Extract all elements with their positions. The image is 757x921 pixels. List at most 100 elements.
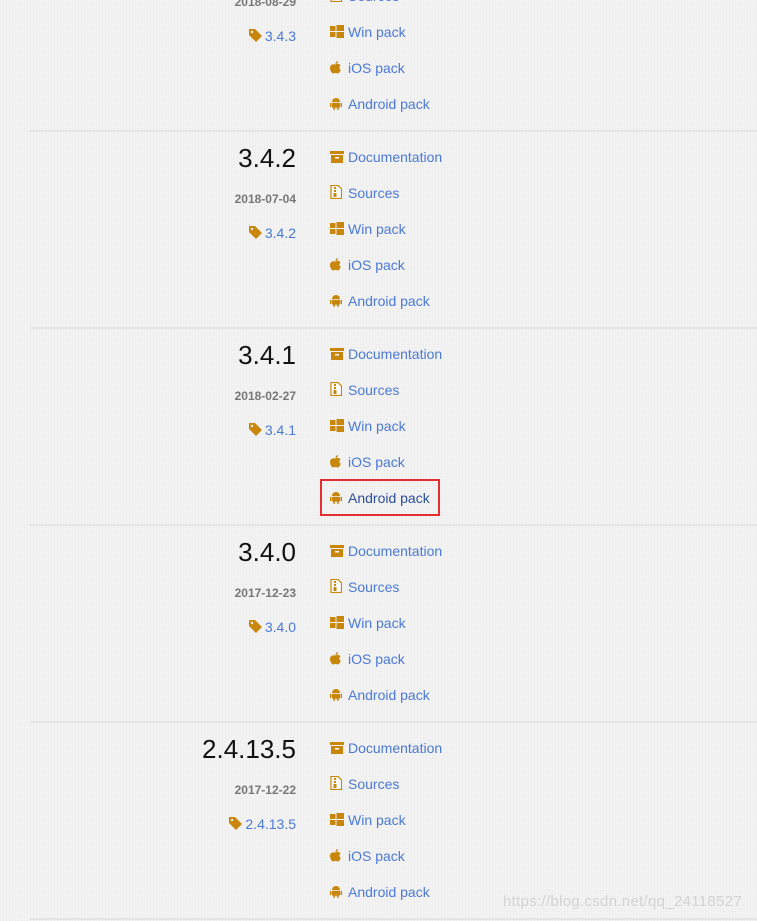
file-zip-icon xyxy=(330,381,344,401)
tag-label: 3.4.0 xyxy=(264,619,296,635)
separator xyxy=(30,327,757,329)
version-number: 3.4.2 xyxy=(238,143,296,173)
separator xyxy=(30,721,757,723)
separator xyxy=(30,524,757,526)
release-date: 2018-07-04 xyxy=(234,192,296,206)
version-number: 2.4.13.5 xyxy=(202,734,296,764)
tag-icon xyxy=(229,816,243,832)
link-label: Win pack xyxy=(348,221,406,237)
separator xyxy=(30,130,757,132)
win-link[interactable]: Win pack xyxy=(330,810,406,830)
link-label: Sources xyxy=(348,776,400,792)
link-label: Sources xyxy=(348,0,399,4)
link-label: Documentation xyxy=(348,149,443,165)
tag-icon xyxy=(248,28,262,44)
release-date: 2017-12-22 xyxy=(234,783,296,797)
link-label: Android pack xyxy=(348,96,430,112)
separator xyxy=(30,918,757,920)
windows-icon xyxy=(330,23,344,43)
documentation-link[interactable]: Documentation xyxy=(330,738,442,758)
sources-link[interactable]: Sources xyxy=(330,0,399,6)
apple-icon xyxy=(330,59,344,79)
file-zip-icon xyxy=(330,578,344,598)
tag-label: 3.4.2 xyxy=(264,225,296,241)
archive-icon xyxy=(330,148,344,168)
link-label: Sources xyxy=(348,382,400,398)
windows-icon xyxy=(330,417,344,437)
link-label: Documentation xyxy=(348,740,443,756)
documentation-link[interactable]: Documentation xyxy=(330,344,442,364)
android-icon xyxy=(330,95,344,115)
tag-label: 3.4.3 xyxy=(264,28,296,44)
ios-link[interactable]: iOS pack xyxy=(330,452,405,472)
apple-icon xyxy=(330,650,344,670)
windows-icon xyxy=(330,811,344,831)
android-link[interactable]: Android pack xyxy=(330,882,430,902)
win-link[interactable]: Win pack xyxy=(330,22,406,42)
ios-link[interactable]: iOS pack xyxy=(330,649,405,669)
release-tag-link[interactable]: 3.4.2 xyxy=(248,225,296,241)
sources-link[interactable]: Sources xyxy=(330,774,399,794)
android-link[interactable]: Android pack xyxy=(330,291,430,311)
windows-icon xyxy=(330,220,344,240)
link-label: iOS pack xyxy=(348,651,405,667)
version-number: 3.4.0 xyxy=(238,537,296,567)
win-link[interactable]: Win pack xyxy=(330,219,406,239)
ios-link[interactable]: iOS pack xyxy=(330,58,405,78)
apple-icon xyxy=(330,256,344,276)
highlight-box xyxy=(320,479,440,516)
android-link[interactable]: Android pack xyxy=(330,94,430,114)
link-label: Sources xyxy=(348,579,400,595)
link-label: Win pack xyxy=(348,24,406,40)
apple-icon xyxy=(330,453,344,473)
win-link[interactable]: Win pack xyxy=(330,416,406,436)
apple-icon xyxy=(330,847,344,867)
link-label: Win pack xyxy=(348,418,406,434)
android-link[interactable]: Android pack xyxy=(330,685,430,705)
link-label: Documentation xyxy=(348,346,443,362)
sources-link[interactable]: Sources xyxy=(330,380,399,400)
archive-icon xyxy=(330,739,344,759)
android-icon xyxy=(330,292,344,312)
link-label: iOS pack xyxy=(348,257,405,273)
release-date: 2018-02-27 xyxy=(234,389,296,403)
sources-link[interactable]: Sources xyxy=(330,183,399,203)
link-label: Sources xyxy=(348,185,400,201)
release-date: 2017-12-23 xyxy=(234,586,296,600)
release-tag-link[interactable]: 3.4.1 xyxy=(248,422,296,438)
documentation-link[interactable]: Documentation xyxy=(330,541,442,561)
release-date: 2018-08-29 xyxy=(234,0,296,9)
android-icon xyxy=(330,883,344,903)
ios-link[interactable]: iOS pack xyxy=(330,846,405,866)
tag-label: 3.4.1 xyxy=(264,422,296,438)
version-number: 3.4.1 xyxy=(238,340,296,370)
release-tag-link[interactable]: 3.4.0 xyxy=(248,619,296,635)
archive-icon xyxy=(330,542,344,562)
link-label: Win pack xyxy=(348,615,406,631)
release-tag-link[interactable]: 2.4.13.5 xyxy=(229,816,296,832)
link-label: iOS pack xyxy=(348,848,405,864)
file-zip-icon xyxy=(330,184,344,204)
link-label: iOS pack xyxy=(348,60,405,76)
sources-link[interactable]: Sources xyxy=(330,577,399,597)
link-label: Android pack xyxy=(348,687,430,703)
link-label: Win pack xyxy=(348,812,406,828)
ios-link[interactable]: iOS pack xyxy=(330,255,405,275)
link-label: iOS pack xyxy=(348,454,405,470)
watermark: https://blog.csdn.net/qq_24118527 xyxy=(503,893,742,910)
win-link[interactable]: Win pack xyxy=(330,613,406,633)
file-zip-icon xyxy=(330,0,344,7)
link-label: Documentation xyxy=(348,543,443,559)
tag-label: 2.4.13.5 xyxy=(245,816,296,832)
tag-icon xyxy=(248,619,262,635)
documentation-link[interactable]: Documentation xyxy=(330,147,442,167)
link-label: Android pack xyxy=(348,293,430,309)
tag-icon xyxy=(248,225,262,241)
windows-icon xyxy=(330,614,344,634)
tag-icon xyxy=(248,422,262,438)
android-icon xyxy=(330,686,344,706)
release-tag-link[interactable]: 3.4.3 xyxy=(248,28,296,44)
file-zip-icon xyxy=(330,775,344,795)
archive-icon xyxy=(330,345,344,365)
link-label: Android pack xyxy=(348,884,430,900)
